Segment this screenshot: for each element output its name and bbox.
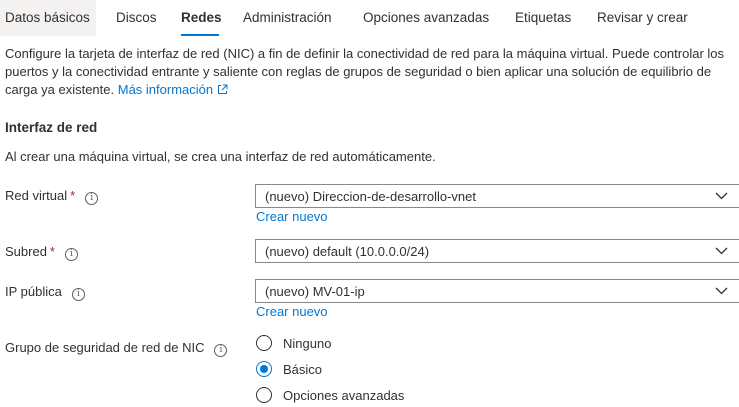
more-info-label: Más información bbox=[117, 82, 214, 97]
active-tab-indicator bbox=[181, 34, 219, 36]
radio-button[interactable] bbox=[256, 335, 272, 351]
tab-bar: Datos básicos Discos Redes Administració… bbox=[0, 0, 739, 36]
public-ip-selected-value: (nuevo) MV-01-ip bbox=[265, 284, 365, 299]
vnet-label: Red virtual * i bbox=[5, 188, 99, 205]
public-ip-label-text: IP pública bbox=[5, 284, 62, 299]
info-icon[interactable]: i bbox=[85, 192, 99, 205]
vnet-selected-value: (nuevo) Direccion-de-desarrollo-vnet bbox=[265, 189, 476, 204]
chevron-down-icon bbox=[715, 192, 728, 200]
required-marker: * bbox=[70, 188, 76, 203]
subnet-label-text: Subred bbox=[5, 244, 47, 259]
radio-label: Básico bbox=[283, 362, 323, 377]
chevron-down-icon bbox=[715, 247, 728, 255]
vnet-label-text: Red virtual bbox=[5, 188, 68, 203]
subnet-label: Subred * i bbox=[5, 244, 78, 261]
subnet-select[interactable]: (nuevo) default (10.0.0.0/24) bbox=[255, 239, 739, 263]
public-ip-label: IP pública i bbox=[5, 284, 85, 301]
radio-label: Ninguno bbox=[283, 336, 332, 351]
tab-redes[interactable]: Redes bbox=[181, 10, 222, 25]
radio-button[interactable] bbox=[256, 387, 272, 403]
tab-discos[interactable]: Discos bbox=[116, 10, 157, 25]
nsg-label: Grupo de seguridad de red de NIC i bbox=[5, 340, 228, 357]
radio-label: Opciones avanzadas bbox=[283, 388, 405, 403]
public-ip-select[interactable]: (nuevo) MV-01-ip bbox=[255, 279, 739, 303]
vnet-select[interactable]: (nuevo) Direccion-de-desarrollo-vnet bbox=[255, 184, 739, 208]
info-icon[interactable]: i bbox=[71, 288, 85, 301]
chevron-down-icon bbox=[715, 287, 728, 295]
tab-opciones-avanzadas[interactable]: Opciones avanzadas bbox=[363, 10, 489, 25]
subnet-selected-value: (nuevo) default (10.0.0.0/24) bbox=[265, 244, 430, 259]
tab-administracion[interactable]: Administración bbox=[243, 10, 332, 25]
tab-etiquetas[interactable]: Etiquetas bbox=[515, 10, 571, 25]
tab-datos-basicos[interactable]: Datos básicos bbox=[0, 0, 96, 36]
info-icon[interactable]: i bbox=[64, 248, 78, 261]
tab-revisar-y-crear[interactable]: Revisar y crear bbox=[597, 10, 688, 25]
section-title-network-interface: Interfaz de red bbox=[5, 120, 98, 135]
vnet-create-new-link[interactable]: Crear nuevo bbox=[256, 209, 328, 224]
description-text: Configure la tarjeta de interfaz de red … bbox=[5, 46, 725, 97]
required-marker: * bbox=[49, 244, 55, 259]
more-info-link[interactable]: Más información bbox=[118, 82, 228, 97]
info-icon[interactable]: i bbox=[214, 344, 228, 357]
networking-description: Configure la tarjeta de interfaz de red … bbox=[5, 45, 735, 99]
network-interface-info: Al crear una máquina virtual, se crea un… bbox=[5, 149, 436, 164]
public-ip-create-new-link[interactable]: Crear nuevo bbox=[256, 304, 328, 319]
nsg-label-text: Grupo de seguridad de red de NIC bbox=[5, 340, 205, 355]
radio-button-checked[interactable] bbox=[256, 361, 272, 377]
external-link-icon bbox=[218, 84, 228, 94]
